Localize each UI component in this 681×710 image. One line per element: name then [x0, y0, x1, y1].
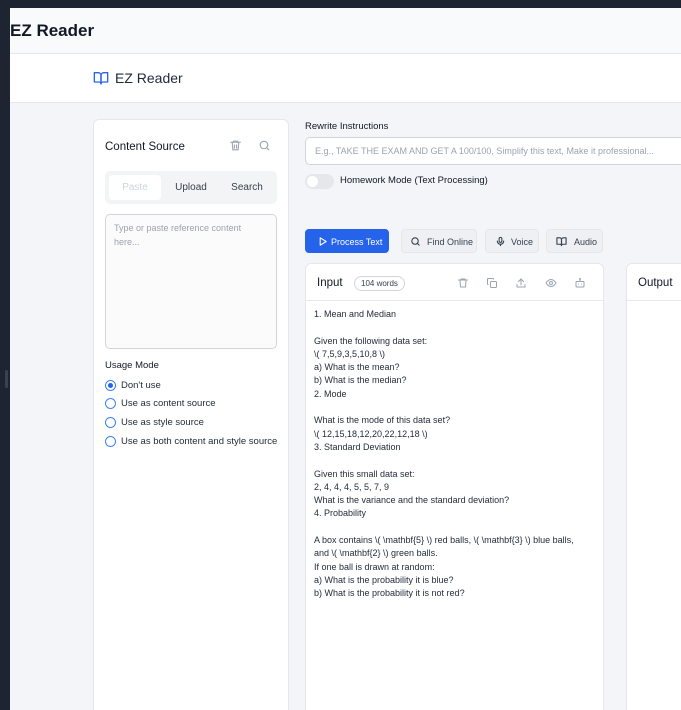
rewrite-instructions-label: Rewrite Instructions	[305, 121, 389, 132]
homework-mode-toggle[interactable]	[305, 174, 334, 189]
reference-content-textarea[interactable]: Type or paste reference content here...	[105, 214, 277, 349]
output-title: Output	[638, 277, 673, 289]
input-title: Input	[317, 277, 343, 289]
process-text-label: Process Text	[331, 237, 383, 247]
copy-icon[interactable]	[486, 277, 498, 289]
upload-icon[interactable]	[515, 277, 527, 289]
radio-button[interactable]	[105, 417, 116, 428]
window-top-border	[0, 0, 681, 8]
resize-grip[interactable]	[5, 370, 8, 388]
search-icon	[411, 237, 420, 246]
rewrite-instructions-input[interactable]: E.g., TAKE THE EXAM AND GET A 100/100, S…	[305, 137, 681, 165]
find-online-button[interactable]: Find Online	[401, 229, 477, 253]
robot-icon[interactable]	[574, 277, 586, 289]
input-textarea[interactable]: 1. Mean and Median Given the following d…	[314, 308, 596, 601]
radio-button[interactable]	[105, 398, 116, 409]
trash-icon[interactable]	[229, 139, 242, 152]
eye-icon[interactable]	[545, 277, 557, 289]
input-panel: Input 104 words 1. Mean and Median Given…	[305, 263, 604, 710]
tab-upload[interactable]: Upload	[165, 175, 217, 200]
tab-search[interactable]: Search	[221, 175, 273, 200]
usage-option-label: Use as content source	[121, 398, 216, 409]
app-header: EZ Reader	[10, 54, 681, 103]
homework-mode-label: Homework Mode (Text Processing)	[340, 175, 488, 186]
radio-button[interactable]	[105, 380, 116, 391]
usage-option-label: Use as both content and style source	[121, 436, 278, 447]
voice-label: Voice	[511, 237, 534, 247]
search-icon[interactable]	[258, 139, 271, 152]
window-title: EZ Reader	[10, 21, 95, 40]
voice-button[interactable]: Voice	[485, 229, 539, 253]
microphone-icon	[496, 236, 505, 247]
app-name: EZ Reader	[115, 70, 183, 86]
window-left-border	[0, 0, 10, 710]
usage-option-label: Use as style source	[121, 417, 204, 428]
process-text-button[interactable]: Process Text	[305, 229, 389, 253]
book-icon	[556, 237, 567, 247]
source-tabs: Paste Upload Search	[105, 171, 277, 204]
word-count-badge: 104 words	[354, 276, 405, 291]
audio-label: Audio	[574, 237, 598, 247]
find-online-label: Find Online	[427, 237, 474, 247]
trash-icon[interactable]	[457, 277, 469, 289]
content-source-panel: Content Source Paste Upload Search Type …	[93, 119, 289, 710]
audio-button[interactable]: Audio	[546, 229, 603, 253]
radio-button[interactable]	[105, 436, 116, 447]
window-title-bar: EZ Reader	[10, 8, 681, 54]
output-panel: Output	[626, 263, 681, 710]
main-area: Content Source Paste Upload Search Type …	[10, 103, 681, 710]
output-panel-header: Output	[627, 264, 681, 301]
play-icon	[319, 237, 327, 246]
tab-paste[interactable]: Paste	[109, 175, 161, 200]
usage-option-label: Don't use	[121, 380, 161, 391]
content-source-title: Content Source	[105, 141, 185, 153]
input-panel-header: Input 104 words	[306, 264, 603, 301]
book-open-icon	[93, 72, 109, 85]
usage-mode-label: Usage Mode	[105, 360, 159, 371]
